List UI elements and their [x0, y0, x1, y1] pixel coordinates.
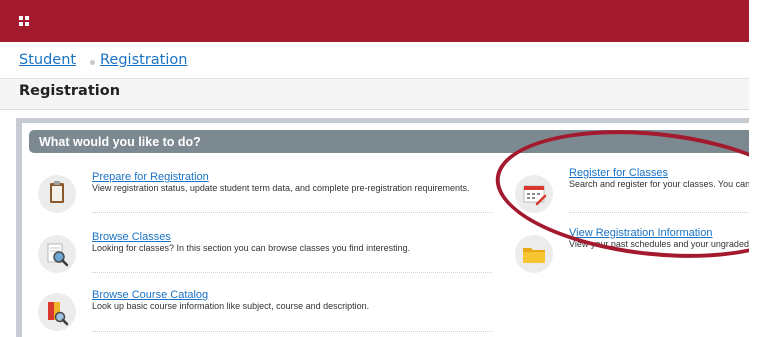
item-divider — [92, 212, 492, 213]
magnifier-document-icon — [38, 235, 76, 273]
breadcrumb-separator — [90, 60, 95, 65]
clipboard-icon — [38, 175, 76, 213]
folder-icon — [515, 235, 553, 273]
view-registration-link[interactable]: View Registration Information — [569, 227, 712, 239]
browse-catalog-desc: Look up basic course information like su… — [92, 301, 370, 311]
item-divider — [92, 272, 492, 273]
breadcrumb-registration-link[interactable]: Registration — [100, 52, 187, 68]
app-grid-icon[interactable] — [19, 16, 29, 26]
register-classes-link[interactable]: Register for Classes — [569, 167, 668, 179]
book-magnifier-icon — [38, 293, 76, 331]
item-divider — [92, 331, 492, 332]
panel-header: What would you like to do? — [29, 130, 749, 153]
browse-classes-desc: Looking for classes? In this section you… — [92, 243, 411, 253]
top-bar — [0, 0, 749, 42]
calendar-icon — [515, 175, 553, 213]
prepare-registration-link[interactable]: Prepare for Registration — [92, 171, 209, 183]
page-viewport: Student Registration Registration What w… — [0, 0, 749, 337]
panel-header-text: What would you like to do? — [39, 135, 201, 149]
register-classes-desc: Search and register for your classes. Yo… — [569, 179, 749, 189]
breadcrumb: Student Registration — [0, 42, 749, 79]
browse-catalog-link[interactable]: Browse Course Catalog — [92, 289, 208, 301]
item-divider — [569, 212, 749, 213]
view-registration-desc: View your past schedules and your ungrad… — [569, 239, 749, 249]
breadcrumb-student-link[interactable]: Student — [19, 52, 76, 68]
page-title: Registration — [19, 83, 121, 99]
page-header: Registration — [0, 79, 749, 110]
prepare-registration-desc: View registration status, update student… — [92, 183, 470, 193]
browse-classes-link[interactable]: Browse Classes — [92, 231, 171, 243]
right-column-clip: Register for Classes Search and register… — [569, 165, 749, 265]
